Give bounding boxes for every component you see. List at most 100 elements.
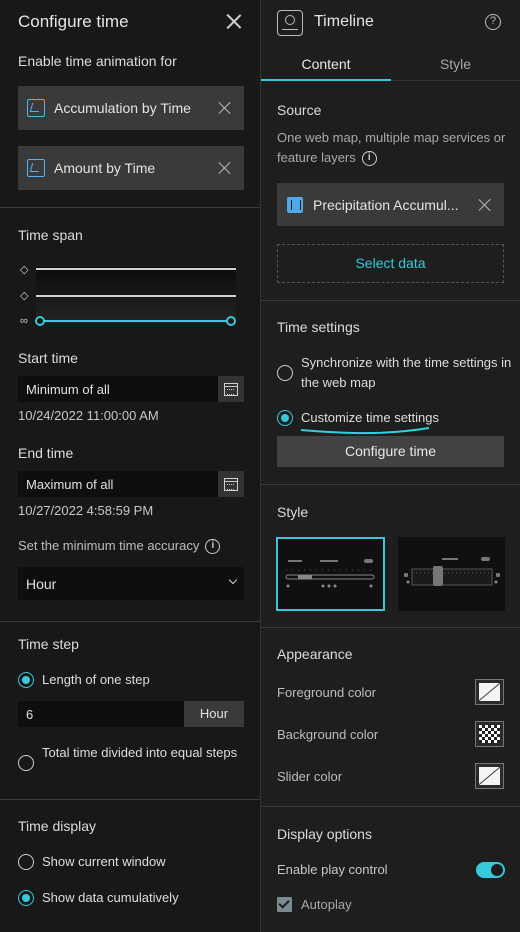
show-current-option[interactable]: Show current window bbox=[18, 854, 166, 872]
step-value-input[interactable]: 6 bbox=[18, 701, 184, 727]
timeline-settings-panel: Timeline ? Content Style Source One web … bbox=[261, 0, 520, 932]
source-description-row: One web map, multiple map services or fe… bbox=[277, 128, 512, 168]
divider bbox=[0, 207, 260, 208]
layer-chip-accumulation[interactable]: Accumulation by Time bbox=[18, 86, 244, 130]
remove-icon[interactable] bbox=[478, 198, 492, 212]
transparent-color-icon bbox=[479, 725, 500, 743]
radio-label: Length of one step bbox=[42, 672, 150, 687]
classic-style-preview bbox=[285, 559, 375, 588]
start-time-label: Start time bbox=[18, 350, 78, 366]
step-divided-option[interactable]: Total time divided into equal steps bbox=[18, 745, 238, 771]
remove-icon[interactable] bbox=[218, 161, 232, 175]
divider bbox=[0, 799, 260, 800]
modern-style-preview bbox=[404, 557, 500, 586]
time-display-title: Time display bbox=[18, 818, 97, 834]
accuracy-value: Hour bbox=[26, 576, 57, 592]
info-icon[interactable]: i bbox=[361, 151, 377, 167]
info-icon[interactable]: i bbox=[205, 539, 221, 555]
select-data-button[interactable]: Select data bbox=[277, 244, 504, 283]
tab-style[interactable]: Style bbox=[391, 47, 520, 81]
remove-icon[interactable] bbox=[218, 101, 232, 115]
foreground-color-swatch[interactable] bbox=[475, 679, 504, 705]
slider-color-label: Slider color bbox=[277, 769, 343, 784]
layer-chip-label: Amount by Time bbox=[54, 160, 156, 176]
autoplay-checkbox[interactable] bbox=[277, 897, 292, 912]
show-cumulative-option[interactable]: Show data cumulatively bbox=[18, 890, 179, 908]
source-title: Source bbox=[277, 102, 322, 118]
divider bbox=[261, 806, 520, 807]
accuracy-select[interactable]: Hour bbox=[18, 567, 244, 600]
calendar-button[interactable] bbox=[218, 376, 244, 402]
layers-icon: ◇ bbox=[20, 290, 29, 302]
layer-icon bbox=[27, 159, 45, 177]
style-option-classic[interactable] bbox=[276, 537, 385, 611]
timeline-bar-icon bbox=[282, 29, 298, 31]
radio-selected[interactable] bbox=[18, 672, 34, 688]
calendar-icon bbox=[224, 477, 238, 491]
end-time-label: End time bbox=[18, 445, 74, 461]
radio-unselected[interactable] bbox=[277, 365, 293, 381]
chevron-down-icon bbox=[228, 575, 238, 585]
tab-content[interactable]: Content bbox=[261, 47, 391, 81]
slider-color-swatch[interactable] bbox=[475, 763, 504, 789]
autoplay-label: Autoplay bbox=[301, 897, 352, 912]
source-chip[interactable]: Precipitation Accumul... bbox=[277, 183, 504, 226]
start-date-text: 10/24/2022 11:00:00 AM bbox=[18, 408, 159, 423]
appearance-title: Appearance bbox=[277, 646, 353, 662]
span-track-line bbox=[36, 295, 236, 297]
play-control-toggle[interactable] bbox=[476, 862, 505, 878]
close-icon[interactable] bbox=[225, 12, 243, 30]
end-date-text: 10/27/2022 4:58:59 PM bbox=[18, 503, 154, 518]
radio-selected[interactable] bbox=[18, 890, 34, 906]
accuracy-label-row: Set the minimum time accuracy i bbox=[18, 538, 221, 555]
step-length-option[interactable]: Length of one step bbox=[18, 672, 150, 690]
source-description: One web map, multiple map services or fe… bbox=[277, 130, 506, 165]
time-span-title: Time span bbox=[18, 227, 83, 243]
link-icon: ∞ bbox=[20, 315, 28, 327]
span-start-handle[interactable] bbox=[35, 316, 45, 326]
no-color-icon bbox=[479, 683, 500, 701]
time-settings-title: Time settings bbox=[277, 319, 360, 335]
configure-time-panel: Configure time Enable time animation for… bbox=[0, 0, 261, 932]
start-time-input[interactable]: Minimum of all bbox=[18, 376, 218, 402]
map-icon bbox=[287, 196, 303, 213]
source-chip-label: Precipitation Accumul... bbox=[313, 196, 459, 213]
accuracy-label: Set the minimum time accuracy bbox=[18, 538, 200, 553]
background-color-swatch[interactable] bbox=[475, 721, 504, 747]
layers-icon: ◇ bbox=[20, 264, 29, 276]
layer-chip-amount[interactable]: Amount by Time bbox=[18, 146, 244, 190]
radio-label: Synchronize with the time settings in th… bbox=[301, 355, 512, 390]
enable-animation-label: Enable time animation for bbox=[18, 53, 177, 69]
step-unit-button[interactable]: Hour bbox=[184, 701, 244, 727]
calendar-button[interactable] bbox=[218, 471, 244, 497]
configure-time-button[interactable]: Configure time bbox=[277, 436, 504, 467]
help-icon[interactable]: ? bbox=[485, 14, 501, 30]
radio-label: Show current window bbox=[42, 854, 166, 869]
style-option-modern[interactable] bbox=[398, 537, 505, 611]
divider bbox=[261, 300, 520, 301]
layer-icon bbox=[27, 99, 45, 117]
span-track-line bbox=[36, 268, 236, 270]
time-step-title: Time step bbox=[18, 636, 79, 652]
radio-unselected[interactable] bbox=[18, 755, 34, 771]
foreground-color-label: Foreground color bbox=[277, 685, 376, 700]
end-time-input[interactable]: Maximum of all bbox=[18, 471, 218, 497]
play-control-label: Enable play control bbox=[277, 862, 388, 877]
no-color-icon bbox=[479, 767, 500, 785]
radio-label: Show data cumulatively bbox=[42, 890, 179, 905]
sync-time-option[interactable]: Synchronize with the time settings in th… bbox=[277, 355, 512, 393]
radio-unselected[interactable] bbox=[18, 854, 34, 870]
background-color-label: Background color bbox=[277, 727, 379, 742]
panel-title: Configure time bbox=[18, 12, 129, 31]
radio-label: Total time divided into equal steps bbox=[42, 745, 238, 760]
divider bbox=[0, 621, 260, 622]
divider bbox=[261, 627, 520, 628]
calendar-icon bbox=[224, 382, 238, 396]
span-end-handle[interactable] bbox=[226, 316, 236, 326]
timeline-widget-icon bbox=[277, 10, 303, 36]
divider bbox=[261, 484, 520, 485]
span-range-bar[interactable] bbox=[38, 320, 232, 322]
widget-title: Timeline bbox=[314, 13, 374, 30]
radio-selected[interactable] bbox=[277, 410, 293, 426]
clock-icon bbox=[285, 15, 295, 25]
